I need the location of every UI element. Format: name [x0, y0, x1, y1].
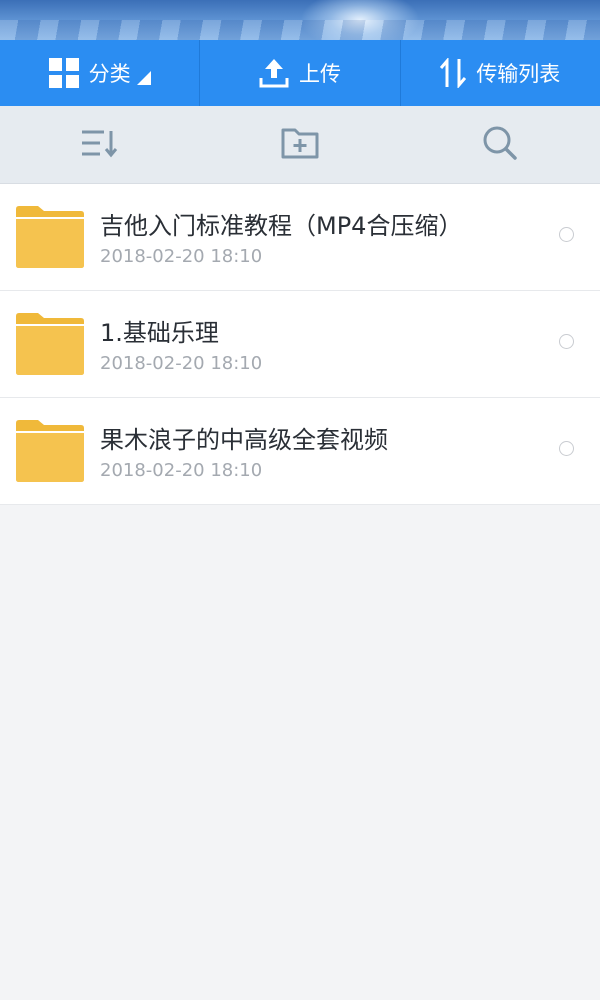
sort-button[interactable]: [0, 106, 200, 183]
upload-label: 上传: [298, 62, 341, 86]
file-toolbar: [0, 106, 600, 184]
grid-icon: [48, 58, 79, 88]
folder-icon: [16, 420, 84, 486]
category-label: 分类: [88, 62, 131, 86]
category-button[interactable]: 分类: [0, 40, 199, 106]
file-name: 果木浪子的中高级全套视频: [100, 426, 388, 454]
top-action-bar: 分类 上传 传输列表: [0, 40, 600, 106]
file-name: 1.基础乐理: [100, 319, 219, 347]
new-folder-icon: [280, 126, 320, 164]
list-item[interactable]: 果木浪子的中高级全套视频 2018-02-20 18:10: [0, 398, 600, 505]
folder-icon: [16, 313, 84, 379]
folder-icon: [16, 206, 84, 272]
dropdown-triangle-icon: [136, 71, 151, 85]
file-list: 吉他入门标准教程（MP4合压缩） 2018-02-20 18:10 1.基础乐理…: [0, 184, 600, 505]
file-date: 2018-02-20 18:10: [100, 246, 263, 267]
select-radio[interactable]: [559, 227, 574, 242]
list-item[interactable]: 吉他入门标准教程（MP4合压缩） 2018-02-20 18:10: [0, 184, 600, 291]
transfer-list-label: 传输列表: [476, 62, 561, 86]
search-button[interactable]: [400, 106, 600, 183]
select-radio[interactable]: [559, 441, 574, 456]
file-date: 2018-02-20 18:10: [100, 353, 263, 374]
new-folder-button[interactable]: [200, 106, 400, 183]
search-icon: [482, 125, 518, 165]
list-item[interactable]: 1.基础乐理 2018-02-20 18:10: [0, 291, 600, 398]
file-name: 吉他入门标准教程（MP4合压缩）: [100, 212, 463, 240]
sort-icon: [80, 127, 120, 163]
transfer-arrows-icon: [440, 58, 467, 88]
transfer-list-button[interactable]: 传输列表: [399, 40, 600, 106]
header-banner-image: [0, 0, 600, 40]
select-radio[interactable]: [559, 334, 574, 349]
upload-button[interactable]: 上传: [199, 40, 399, 106]
file-date: 2018-02-20 18:10: [100, 460, 263, 481]
upload-icon: [259, 58, 289, 88]
